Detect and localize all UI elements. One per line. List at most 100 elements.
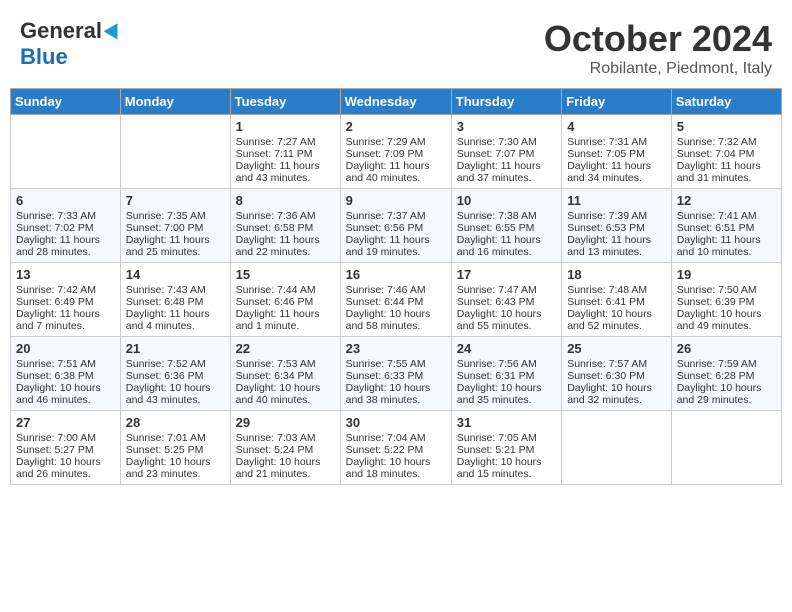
calendar-cell [671,411,781,485]
calendar-cell: 15Sunrise: 7:44 AMSunset: 6:46 PMDayligh… [230,263,340,337]
cell-content: Sunset: 6:51 PM [677,222,776,234]
day-number: 15 [236,267,335,282]
day-number: 8 [236,193,335,208]
cell-content: Daylight: 10 hours and 35 minutes. [457,382,556,406]
calendar-cell: 31Sunrise: 7:05 AMSunset: 5:21 PMDayligh… [451,411,561,485]
day-number: 5 [677,119,776,134]
page-header: General Blue October 2024 Robilante, Pie… [10,10,782,82]
cell-content: Sunrise: 7:42 AM [16,284,115,296]
day-header-tuesday: Tuesday [230,89,340,115]
cell-content: Sunrise: 7:47 AM [457,284,556,296]
day-number: 7 [126,193,225,208]
calendar-cell: 14Sunrise: 7:43 AMSunset: 6:48 PMDayligh… [120,263,230,337]
cell-content: Sunrise: 7:05 AM [457,432,556,444]
month-title: October 2024 [544,18,772,60]
calendar-cell: 8Sunrise: 7:36 AMSunset: 6:58 PMDaylight… [230,189,340,263]
day-number: 9 [346,193,446,208]
cell-content: Daylight: 11 hours and 37 minutes. [457,160,556,184]
day-number: 11 [567,193,666,208]
cell-content: Sunset: 6:36 PM [126,370,225,382]
cell-content: Sunset: 6:33 PM [346,370,446,382]
cell-content: Daylight: 10 hours and 29 minutes. [677,382,776,406]
cell-content: Daylight: 10 hours and 32 minutes. [567,382,666,406]
day-header-wednesday: Wednesday [340,89,451,115]
cell-content: Sunset: 6:55 PM [457,222,556,234]
cell-content: Sunrise: 7:41 AM [677,210,776,222]
cell-content: Daylight: 10 hours and 18 minutes. [346,456,446,480]
day-number: 29 [236,415,335,430]
cell-content: Daylight: 11 hours and 31 minutes. [677,160,776,184]
day-number: 22 [236,341,335,356]
cell-content: Daylight: 11 hours and 28 minutes. [16,234,115,258]
cell-content: Sunset: 6:34 PM [236,370,335,382]
day-header-friday: Friday [562,89,672,115]
cell-content: Sunset: 5:22 PM [346,444,446,456]
cell-content: Sunset: 5:24 PM [236,444,335,456]
cell-content: Sunrise: 7:55 AM [346,358,446,370]
day-number: 20 [16,341,115,356]
cell-content: Sunrise: 7:03 AM [236,432,335,444]
cell-content: Sunset: 7:07 PM [457,148,556,160]
day-header-saturday: Saturday [671,89,781,115]
cell-content: Sunset: 6:48 PM [126,296,225,308]
calendar-week-3: 13Sunrise: 7:42 AMSunset: 6:49 PMDayligh… [11,263,782,337]
calendar-cell: 22Sunrise: 7:53 AMSunset: 6:34 PMDayligh… [230,337,340,411]
location: Robilante, Piedmont, Italy [544,60,772,78]
cell-content: Daylight: 10 hours and 40 minutes. [236,382,335,406]
cell-content: Daylight: 11 hours and 7 minutes. [16,308,115,332]
day-number: 31 [457,415,556,430]
day-number: 14 [126,267,225,282]
calendar-cell: 19Sunrise: 7:50 AMSunset: 6:39 PMDayligh… [671,263,781,337]
day-number: 2 [346,119,446,134]
calendar-cell: 30Sunrise: 7:04 AMSunset: 5:22 PMDayligh… [340,411,451,485]
day-number: 18 [567,267,666,282]
day-number: 10 [457,193,556,208]
cell-content: Daylight: 11 hours and 19 minutes. [346,234,446,258]
cell-content: Sunrise: 7:59 AM [677,358,776,370]
calendar-cell: 6Sunrise: 7:33 AMSunset: 7:02 PMDaylight… [11,189,121,263]
cell-content: Daylight: 10 hours and 58 minutes. [346,308,446,332]
cell-content: Sunset: 6:30 PM [567,370,666,382]
cell-content: Sunrise: 7:46 AM [346,284,446,296]
cell-content: Daylight: 11 hours and 25 minutes. [126,234,225,258]
cell-content: Daylight: 10 hours and 55 minutes. [457,308,556,332]
day-number: 24 [457,341,556,356]
calendar-cell: 17Sunrise: 7:47 AMSunset: 6:43 PMDayligh… [451,263,561,337]
cell-content: Sunset: 6:46 PM [236,296,335,308]
cell-content: Sunset: 5:27 PM [16,444,115,456]
cell-content: Daylight: 11 hours and 13 minutes. [567,234,666,258]
calendar-cell: 26Sunrise: 7:59 AMSunset: 6:28 PMDayligh… [671,337,781,411]
cell-content: Sunrise: 7:32 AM [677,136,776,148]
cell-content: Sunset: 6:49 PM [16,296,115,308]
day-number: 30 [346,415,446,430]
day-number: 3 [457,119,556,134]
cell-content: Daylight: 10 hours and 46 minutes. [16,382,115,406]
cell-content: Sunset: 6:43 PM [457,296,556,308]
calendar-header-row: SundayMondayTuesdayWednesdayThursdayFrid… [11,89,782,115]
cell-content: Sunrise: 7:43 AM [126,284,225,296]
calendar-cell: 18Sunrise: 7:48 AMSunset: 6:41 PMDayligh… [562,263,672,337]
day-number: 16 [346,267,446,282]
cell-content: Sunrise: 7:35 AM [126,210,225,222]
cell-content: Daylight: 11 hours and 22 minutes. [236,234,335,258]
calendar-cell: 21Sunrise: 7:52 AMSunset: 6:36 PMDayligh… [120,337,230,411]
cell-content: Sunset: 6:39 PM [677,296,776,308]
calendar-week-2: 6Sunrise: 7:33 AMSunset: 7:02 PMDaylight… [11,189,782,263]
cell-content: Sunrise: 7:00 AM [16,432,115,444]
cell-content: Sunrise: 7:33 AM [16,210,115,222]
cell-content: Daylight: 10 hours and 38 minutes. [346,382,446,406]
calendar-cell: 5 Sunrise: 7:32 AMSunset: 7:04 PMDaylight… [671,115,781,189]
cell-content: Daylight: 10 hours and 26 minutes. [16,456,115,480]
calendar-cell: 12Sunrise: 7:41 AMSunset: 6:51 PMDayligh… [671,189,781,263]
cell-content: Sunrise: 7:48 AM [567,284,666,296]
calendar-cell: 10Sunrise: 7:38 AMSunset: 6:55 PMDayligh… [451,189,561,263]
calendar-cell [562,411,672,485]
calendar-cell: 27Sunrise: 7:00 AMSunset: 5:27 PMDayligh… [11,411,121,485]
logo-triangle-icon [104,19,125,39]
cell-content: Sunrise: 7:51 AM [16,358,115,370]
calendar-cell: 11Sunrise: 7:39 AMSunset: 6:53 PMDayligh… [562,189,672,263]
day-number: 26 [677,341,776,356]
cell-content: Sunrise: 7:37 AM [346,210,446,222]
cell-content: Sunrise: 7:50 AM [677,284,776,296]
cell-content: Sunset: 7:04 PM [677,148,776,160]
